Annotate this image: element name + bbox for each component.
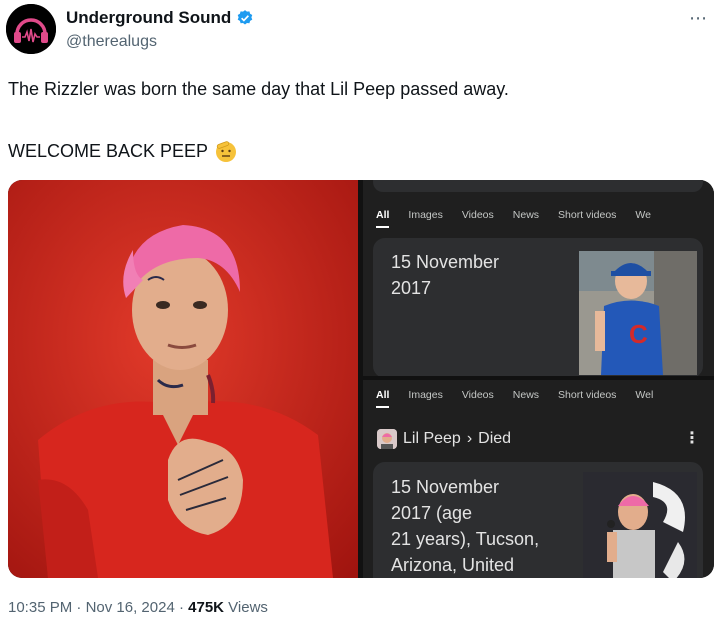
answer-line: 2017 (age [391, 503, 473, 523]
tweet-date[interactable]: Nov 16, 2024 [86, 599, 175, 616]
lil-peep-photo[interactable] [8, 180, 358, 578]
tweet-media[interactable]: All Images Videos News Short videos We 1… [8, 180, 714, 578]
tab-images[interactable]: Images [408, 389, 442, 401]
tab-news[interactable]: News [513, 209, 539, 221]
lil-peep-concert-photo[interactable] [583, 472, 697, 578]
author-handle[interactable]: @therealugs [66, 33, 157, 51]
tweet-text-line: The Rizzler was born the same day that L… [8, 79, 509, 99]
answer-line: 21 years), Tucson, [391, 529, 540, 549]
lil-peep-thumbnail [377, 429, 397, 449]
headphones-logo-icon [6, 4, 56, 54]
tweet-meta: 10:35 PM · Nov 16, 2024 · 475K Views [8, 599, 268, 616]
tab-short-videos[interactable]: Short videos [558, 389, 616, 401]
answer-card: 15 November 2017 C [373, 238, 703, 376]
meta-separator: · [178, 599, 184, 616]
tab-videos[interactable]: Videos [462, 209, 494, 221]
tab-images[interactable]: Images [408, 209, 442, 221]
search-bar-remnant [373, 180, 703, 192]
search-panel-birth: All Images Videos News Short videos We 1… [363, 180, 714, 376]
answer-line: 2017 [391, 278, 432, 298]
rizzler-photo[interactable]: C [579, 251, 697, 375]
views-count: 475K [188, 599, 224, 616]
verified-badge-icon [237, 10, 253, 25]
tweet-text-row: WELCOME BACK PEEP [8, 139, 238, 163]
saluting-face-emoji-icon [216, 141, 237, 162]
chevron-right-icon: › [466, 430, 473, 447]
meta-separator: · [76, 599, 82, 616]
avatar[interactable] [6, 4, 56, 54]
tab-news[interactable]: News [513, 389, 539, 401]
answer-card: 15 November 2017 (age 21 years), Tucson,… [373, 462, 703, 578]
author-name-row[interactable]: Underground Sound [66, 8, 254, 28]
vertical-dots-menu-icon[interactable]: ⋮ [684, 428, 700, 448]
search-tabs: All Images Videos News Short videos We [363, 209, 651, 228]
tab-web[interactable]: Wel [635, 389, 653, 401]
views-label: Views [228, 599, 268, 616]
tab-all[interactable]: All [376, 209, 390, 228]
tab-videos[interactable]: Videos [462, 389, 494, 401]
tab-web[interactable]: We [635, 209, 651, 221]
entity-attribute[interactable]: Died [478, 430, 511, 448]
svg-text:C: C [629, 319, 648, 349]
answer-line: 15 November [391, 477, 500, 497]
tab-short-videos[interactable]: Short videos [558, 209, 616, 221]
answer-line: Arizona, United [391, 555, 515, 575]
search-panel-death: All Images Videos News Short videos Wel … [363, 380, 714, 578]
entity-name[interactable]: Lil Peep [403, 430, 461, 448]
tweet-time[interactable]: 10:35 PM [8, 599, 72, 616]
tweet-text-line: WELCOME BACK PEEP [8, 140, 209, 161]
more-options-icon[interactable]: ⋯ [689, 8, 708, 29]
author-display-name[interactable]: Underground Sound [66, 8, 231, 28]
answer-line: 15 November [391, 252, 500, 272]
tab-all[interactable]: All [376, 389, 390, 408]
search-tabs: All Images Videos News Short videos Wel [363, 389, 653, 408]
entity-breadcrumb[interactable]: Lil Peep › Died [377, 429, 511, 449]
